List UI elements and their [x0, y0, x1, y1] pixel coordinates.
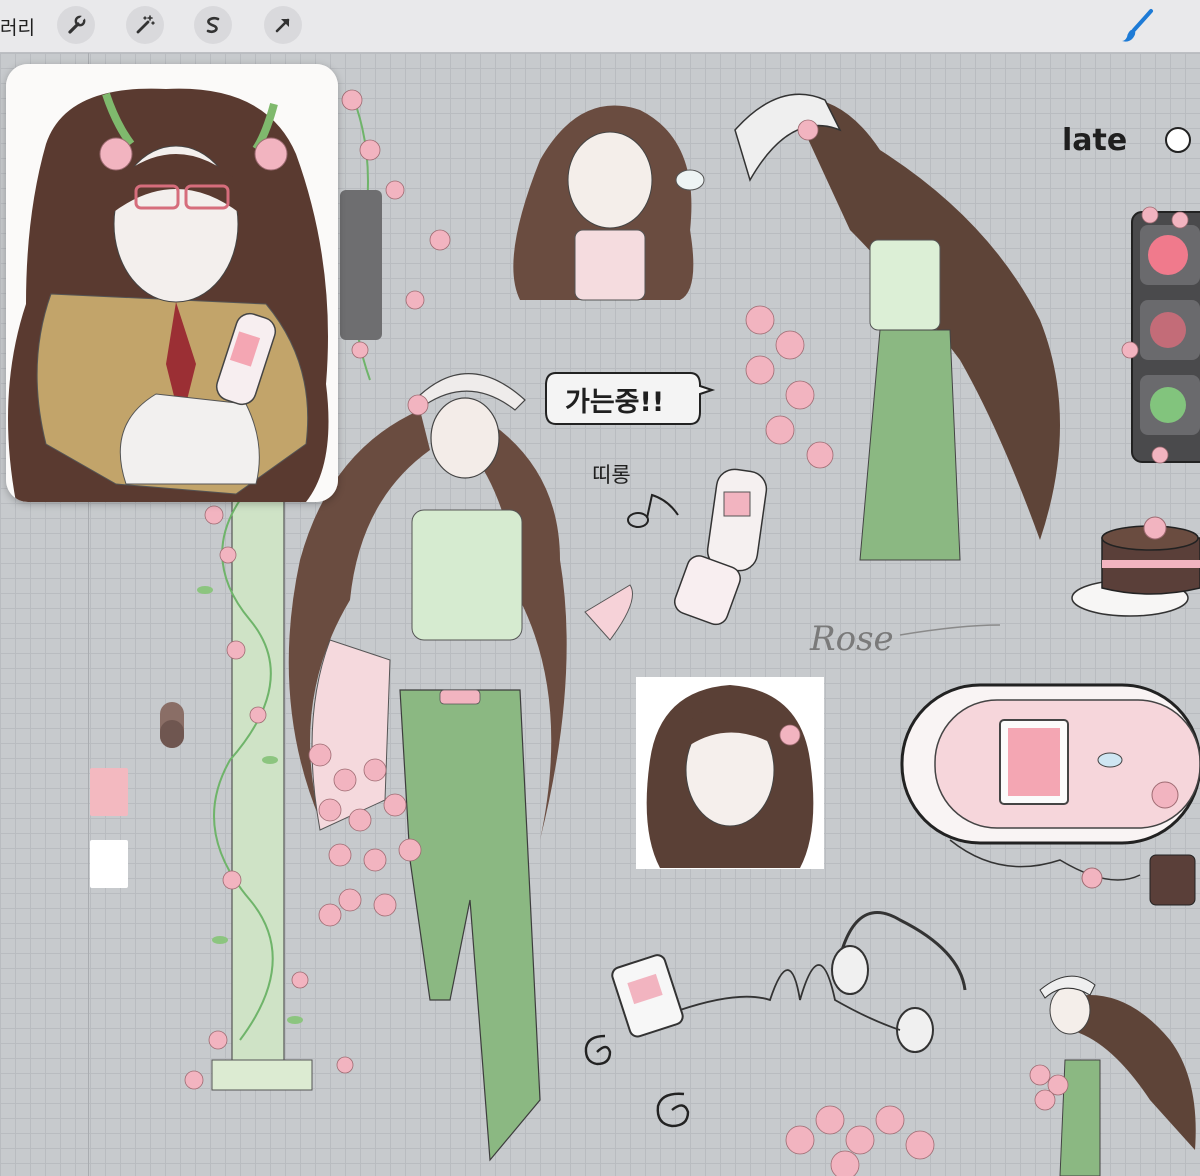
traffic-light-illustration	[1121, 206, 1200, 464]
main-character-illustration	[288, 373, 633, 1162]
small-girl-illustration	[1029, 975, 1196, 1176]
swirl-doodles	[584, 1034, 690, 1128]
music-note-icon	[627, 493, 679, 528]
speech-bubble-text: 가는중!!	[565, 387, 664, 418]
color-swatch-white[interactable]	[90, 840, 128, 888]
signature-underline	[899, 624, 1001, 636]
color-swatch-pink[interactable]	[90, 768, 128, 816]
brush-icon	[1122, 9, 1153, 42]
portrait-closeup-illustration	[636, 677, 824, 869]
color-swatch-dark-brown[interactable]	[160, 720, 184, 748]
cake-illustration	[1071, 516, 1200, 617]
rose-signature-text: Rose	[809, 619, 894, 659]
leaning-girl-illustration	[734, 93, 1060, 561]
brush-button[interactable]	[1120, 8, 1156, 44]
reference-image	[6, 64, 338, 502]
gallery-button[interactable]: 러리	[0, 13, 35, 40]
reference-window[interactable]	[6, 64, 338, 502]
rose-vine-top	[340, 89, 451, 381]
top-toolbar: 러리	[0, 0, 1200, 53]
headphones-illustration	[611, 911, 967, 1053]
transform-arrow-icon	[275, 18, 290, 33]
sound-effect-text: 띠롱	[592, 463, 631, 487]
adjustments-button[interactable]	[126, 6, 164, 44]
bouquet-bottom-illustration	[785, 1105, 935, 1176]
selection-button[interactable]	[194, 6, 232, 44]
actions-button[interactable]	[57, 6, 95, 44]
chibi-girl-illustration	[513, 105, 705, 301]
face-doodle-icon	[1165, 127, 1191, 153]
magic-wand-icon	[136, 15, 155, 34]
late-text: late	[1062, 123, 1127, 158]
wrench-icon	[68, 15, 86, 34]
transform-button[interactable]	[264, 6, 302, 44]
flip-phone-illustration	[673, 468, 768, 626]
pink-phone-illustration	[900, 683, 1200, 906]
selection-s-icon	[206, 16, 220, 34]
